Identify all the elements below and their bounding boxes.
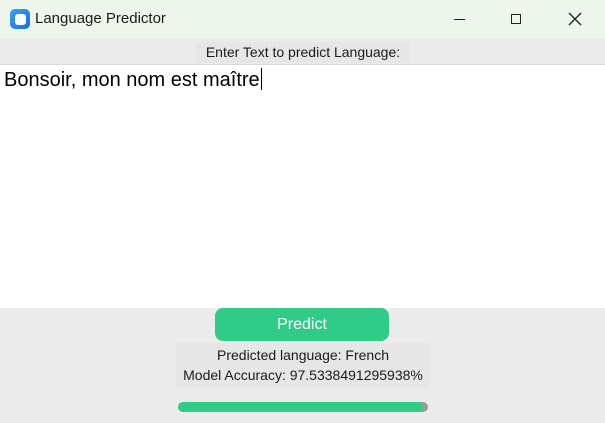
predicted-language-text: Predicted language: French — [217, 347, 389, 363]
progress-bar — [178, 402, 428, 412]
text-caret — [260, 68, 263, 90]
maximize-button[interactable] — [487, 0, 545, 38]
text-input-area[interactable]: Bonsoir, mon nom est maître — [0, 64, 605, 308]
minimize-button[interactable] — [430, 0, 488, 38]
model-accuracy-text: Model Accuracy: 97.5338491295938% — [183, 367, 423, 383]
close-icon — [568, 12, 582, 26]
app-window: Language Predictor Enter Text to predict… — [0, 0, 605, 423]
predict-button[interactable]: Predict — [215, 308, 389, 341]
window-title: Language Predictor — [35, 10, 166, 27]
app-icon — [10, 9, 30, 29]
title-bar[interactable]: Language Predictor — [0, 0, 605, 38]
result-panel: Predicted language: French Model Accurac… — [176, 343, 430, 387]
minimize-icon — [453, 18, 465, 20]
close-button[interactable] — [546, 0, 604, 38]
maximize-icon — [511, 14, 521, 24]
input-prompt-label: Enter Text to predict Language: — [196, 42, 410, 63]
text-input-value[interactable]: Bonsoir, mon nom est maître — [4, 69, 260, 91]
progress-bar-fill — [178, 402, 423, 412]
